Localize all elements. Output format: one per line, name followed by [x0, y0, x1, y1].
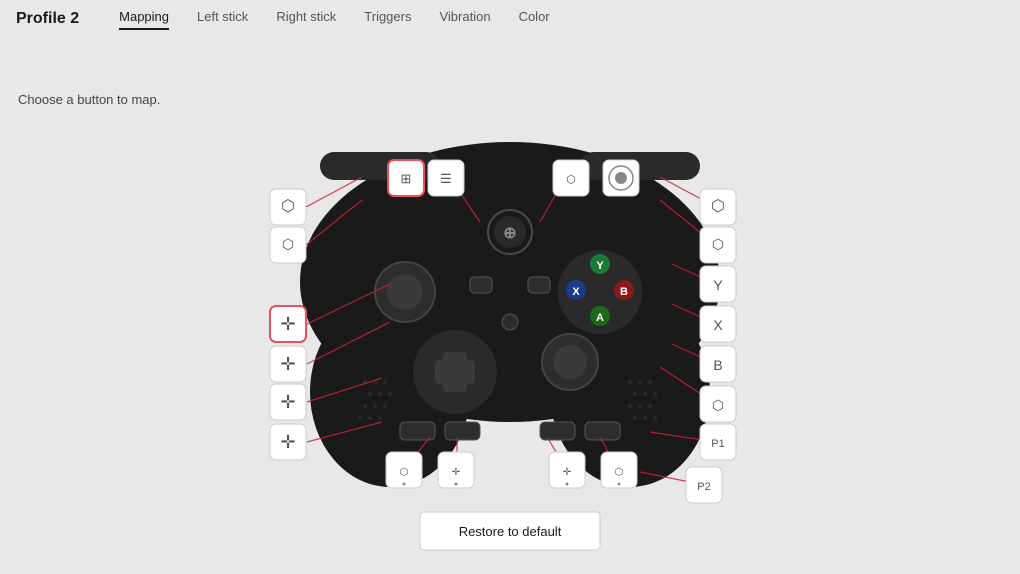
- paddle-r1-button[interactable]: P1: [700, 424, 736, 460]
- controller-layout: ⊕ Y X B A: [0, 62, 1020, 572]
- svg-text:⬡: ⬡: [281, 198, 295, 215]
- nav-tabs: Mapping Left stick Right stick Triggers Vibr…: [119, 9, 550, 30]
- profile-title: Profile 2: [16, 10, 79, 28]
- lt-button[interactable]: ⬡: [270, 227, 306, 263]
- svg-text:B: B: [620, 286, 628, 298]
- svg-text:⬡: ⬡: [712, 397, 724, 413]
- dpad-down-button[interactable]: ✛: [270, 424, 306, 460]
- view-button[interactable]: ⊞: [388, 160, 424, 196]
- main-area: Choose a button to map. ⊕: [0, 32, 1020, 574]
- right-stick-button[interactable]: ⬡: [700, 386, 736, 422]
- svg-text:●: ●: [565, 481, 569, 488]
- tab-vibration[interactable]: Vibration: [439, 9, 490, 30]
- menu-button[interactable]: ☰: [428, 160, 464, 196]
- svg-text:✛: ✛: [563, 467, 571, 478]
- svg-text:●: ●: [617, 481, 621, 488]
- rt-button[interactable]: ⬡: [700, 227, 736, 263]
- left-stick-up-button[interactable]: ✛: [270, 306, 306, 342]
- svg-text:⊞: ⊞: [401, 171, 412, 186]
- svg-text:●: ●: [402, 481, 406, 488]
- svg-text:Y: Y: [596, 260, 604, 272]
- bottom-paddle-4[interactable]: ⬡ ●: [601, 452, 637, 488]
- svg-text:⬡: ⬡: [400, 467, 409, 478]
- svg-text:✛: ✛: [452, 467, 460, 478]
- svg-text:X: X: [713, 317, 723, 333]
- header: Profile 2 Mapping Left stick Right stick Tr…: [0, 0, 1020, 32]
- svg-text:P1: P1: [711, 438, 724, 450]
- svg-text:✛: ✛: [280, 314, 295, 334]
- lb-button[interactable]: ⬡: [270, 189, 306, 225]
- y-button[interactable]: Y: [700, 266, 736, 302]
- rb-button[interactable]: ⬡: [700, 189, 736, 225]
- xbox-button[interactable]: [603, 160, 639, 196]
- svg-text:P2: P2: [697, 481, 710, 493]
- bottom-paddle-3[interactable]: ✛ ●: [549, 452, 585, 488]
- svg-text:✛: ✛: [280, 392, 295, 412]
- svg-text:●: ●: [454, 481, 458, 488]
- svg-text:⬡: ⬡: [711, 198, 725, 215]
- svg-text:Y: Y: [713, 277, 723, 293]
- svg-text:☰: ☰: [440, 171, 452, 186]
- b-button[interactable]: B: [700, 346, 736, 382]
- dpad-up-button[interactable]: ✛: [270, 384, 306, 420]
- left-stick-down-button[interactable]: ✛: [270, 346, 306, 382]
- restore-default-button[interactable]: Restore to default: [420, 512, 600, 550]
- tab-triggers[interactable]: Triggers: [364, 9, 411, 30]
- bottom-paddle-2[interactable]: ✛ ●: [438, 452, 474, 488]
- share-button[interactable]: ⬡: [553, 160, 589, 196]
- svg-text:A: A: [596, 312, 604, 324]
- tab-color[interactable]: Color: [519, 9, 550, 30]
- svg-text:⬡: ⬡: [615, 467, 624, 478]
- svg-text:⬡: ⬡: [282, 236, 294, 252]
- tab-left-stick[interactable]: Left stick: [197, 9, 248, 30]
- tab-mapping[interactable]: Mapping: [119, 9, 169, 30]
- svg-text:⊕: ⊕: [503, 225, 516, 242]
- paddle-r2-button[interactable]: P2: [686, 467, 722, 503]
- svg-text:✛: ✛: [280, 354, 295, 374]
- svg-text:⬡: ⬡: [566, 174, 576, 186]
- svg-text:✛: ✛: [280, 432, 295, 452]
- svg-text:⬡: ⬡: [712, 236, 724, 252]
- x-button[interactable]: X: [700, 306, 736, 342]
- svg-text:X: X: [572, 286, 580, 298]
- svg-text:Restore to default: Restore to default: [459, 524, 562, 539]
- bottom-paddle-1[interactable]: ⬡ ●: [386, 452, 422, 488]
- svg-text:B: B: [713, 357, 722, 373]
- tab-right-stick[interactable]: Right stick: [276, 9, 336, 30]
